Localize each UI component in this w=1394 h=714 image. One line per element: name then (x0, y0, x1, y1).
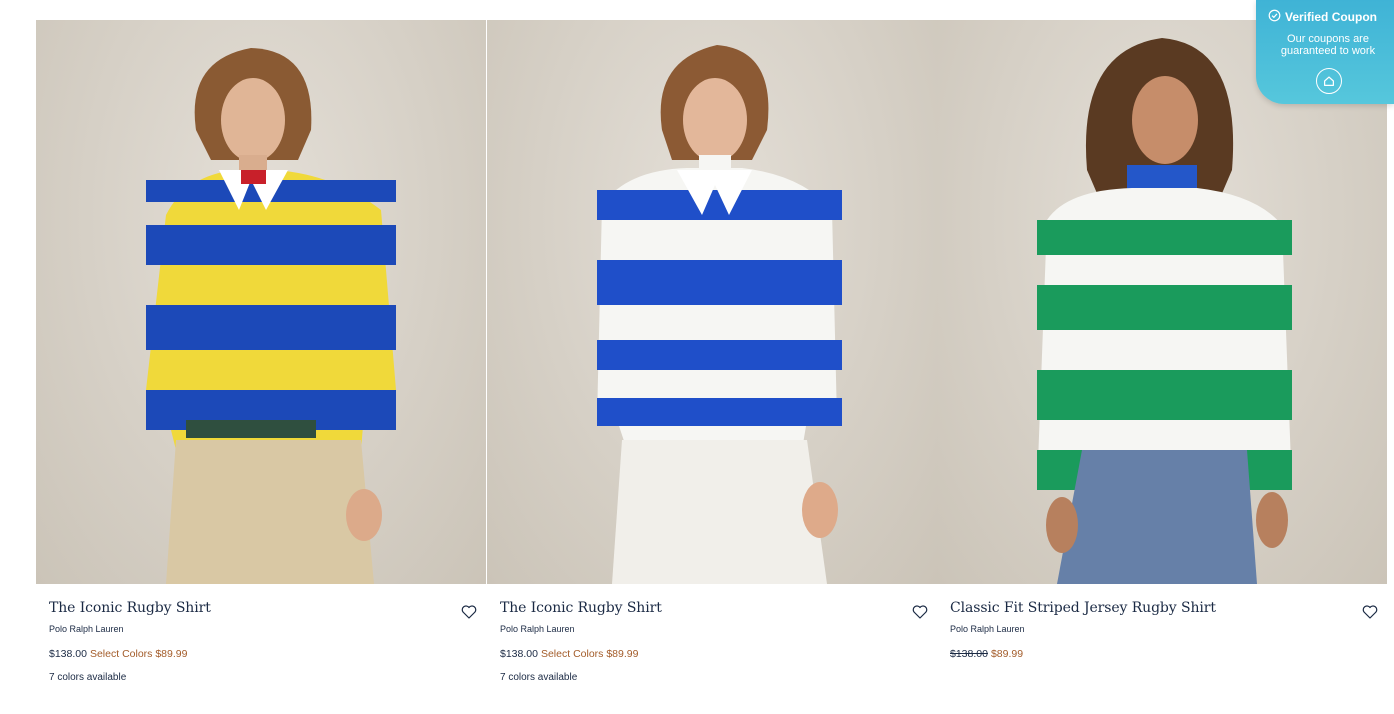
colors-available[interactable]: 7 colors available (49, 672, 126, 683)
product-prices: $138.00 Select Colors $89.99 (500, 648, 638, 660)
product-grid: The Iconic Rugby Shirt Polo Ralph Lauren… (36, 20, 1387, 714)
colors-available[interactable]: 7 colors available (500, 672, 577, 683)
product-image[interactable] (487, 20, 937, 584)
sale-price: $89.99 (990, 648, 1024, 660)
check-circle-icon (1268, 9, 1281, 25)
product-brand: Polo Ralph Lauren (49, 624, 124, 634)
product-brand: Polo Ralph Lauren (500, 624, 575, 634)
heart-outline-icon[interactable] (911, 603, 929, 621)
heart-outline-icon[interactable] (1361, 603, 1379, 621)
coupon-title-text: Verified Coupon (1285, 10, 1378, 24)
product-prices: $138.00 Select Colors $89.99 (49, 648, 187, 660)
home-badge-icon[interactable] (1316, 68, 1342, 94)
regular-price: $138.00 (500, 648, 538, 660)
heart-outline-icon[interactable] (460, 603, 478, 621)
product-title[interactable]: The Iconic Rugby Shirt (49, 600, 211, 616)
verified-coupon-badge[interactable]: Verified Coupon Our coupons are guarante… (1256, 0, 1394, 104)
product-title[interactable]: Classic Fit Striped Jersey Rugby Shirt (950, 600, 1216, 616)
product-card[interactable]: Classic Fit Striped Jersey Rugby Shirt P… (937, 20, 1387, 714)
product-prices: $138.00 $89.99 (950, 648, 1023, 660)
product-card[interactable]: The Iconic Rugby Shirt Polo Ralph Lauren… (36, 20, 486, 714)
product-title[interactable]: The Iconic Rugby Shirt (500, 600, 662, 616)
regular-price-strikethrough: $138.00 (950, 648, 988, 660)
coupon-title: Verified Coupon (1268, 9, 1377, 25)
sale-price: Select Colors $89.99 (540, 648, 639, 660)
sale-price: Select Colors $89.99 (89, 648, 188, 660)
coupon-subtitle-line: Our coupons are (1287, 33, 1369, 45)
coupon-subtitle-line: guaranteed to work (1280, 45, 1376, 57)
product-image[interactable] (937, 20, 1387, 584)
product-image[interactable] (36, 20, 486, 584)
coupon-subtitle: Our coupons are guaranteed to work (1256, 33, 1394, 57)
regular-price: $138.00 (49, 648, 87, 660)
product-brand: Polo Ralph Lauren (950, 624, 1025, 634)
product-card[interactable]: The Iconic Rugby Shirt Polo Ralph Lauren… (487, 20, 937, 714)
